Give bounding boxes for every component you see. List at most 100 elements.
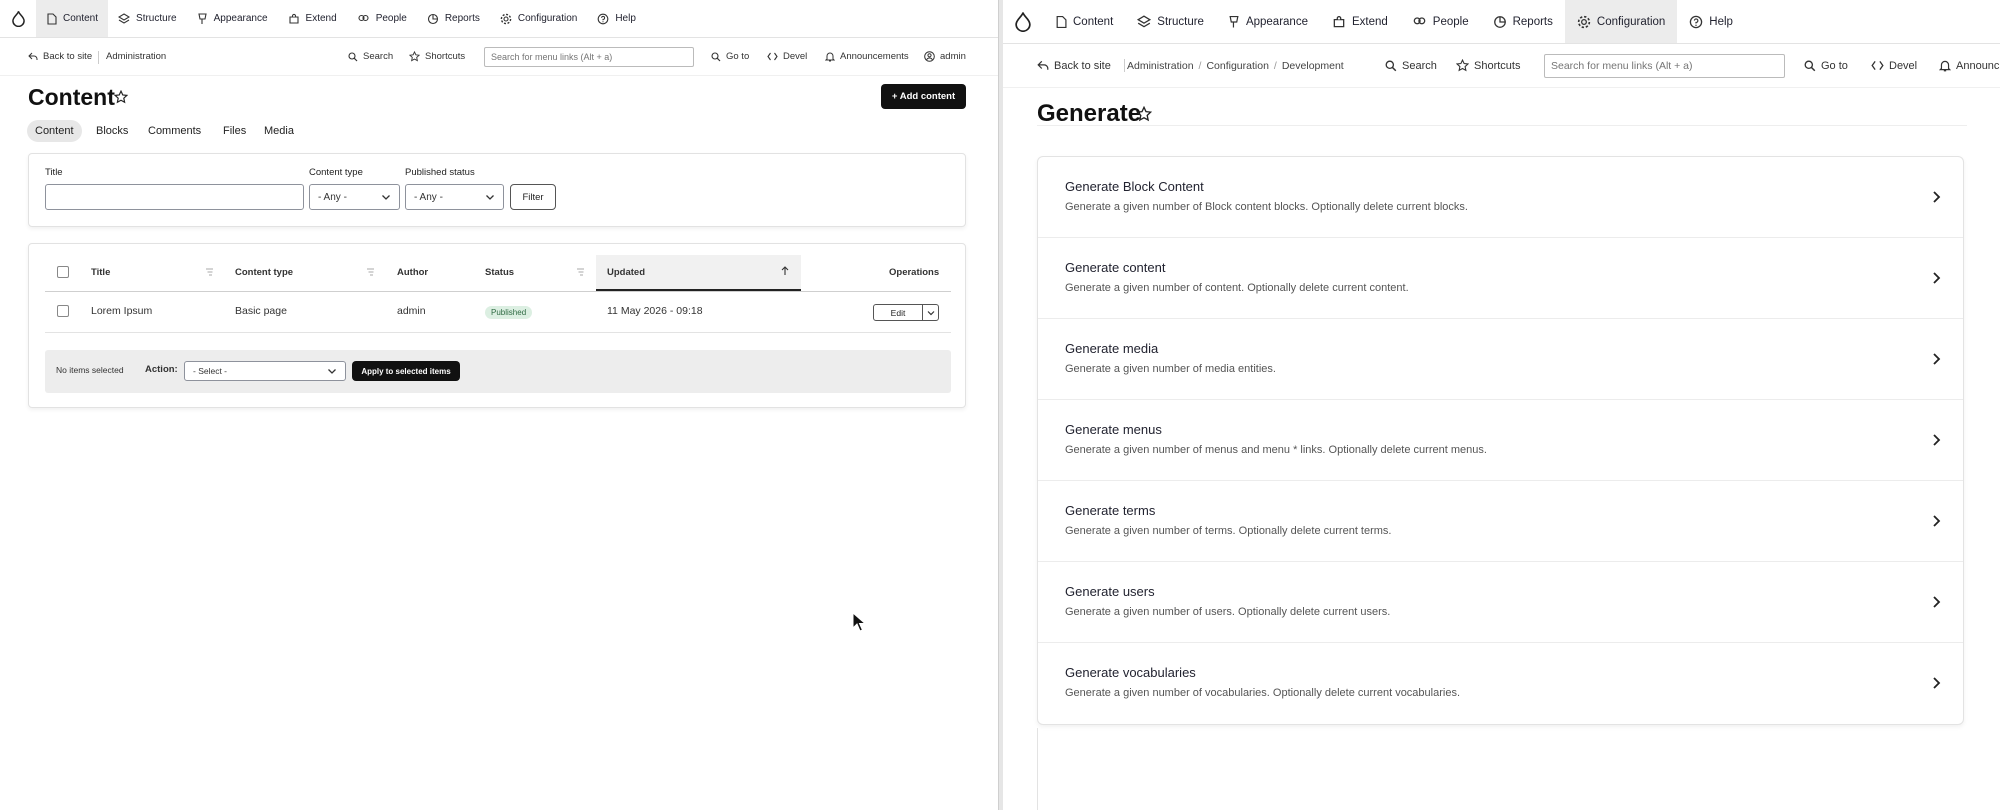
chevron-down-icon bbox=[381, 193, 391, 201]
people-icon bbox=[1412, 15, 1427, 29]
toolbar-extend[interactable]: Extend bbox=[1320, 0, 1400, 43]
back-to-site-link[interactable]: Back to site bbox=[28, 38, 92, 75]
generate-media-link[interactable]: Generate media Generate a given number o… bbox=[1038, 319, 1963, 400]
toolbar-reports[interactable]: Reports bbox=[1481, 0, 1565, 43]
gear-icon bbox=[500, 13, 512, 25]
tab-comments[interactable]: Comments bbox=[140, 120, 209, 142]
breadcrumb-separator: / bbox=[1198, 59, 1202, 72]
breadcrumb-configuration[interactable]: Configuration bbox=[1206, 60, 1268, 72]
tab-media[interactable]: Media bbox=[256, 120, 302, 142]
item-description: Generate a given number of Block content… bbox=[1065, 201, 1468, 213]
generate-content-link[interactable]: Generate content Generate a given number… bbox=[1038, 238, 1963, 319]
devel-label: Devel bbox=[1889, 59, 1918, 72]
toolbar-configuration[interactable]: Configuration bbox=[1564, 0, 1678, 43]
devel-link[interactable]: Devel bbox=[767, 38, 807, 75]
published-status-select[interactable]: - Any - bbox=[405, 184, 504, 210]
code-icon bbox=[767, 52, 778, 61]
toolbar-content[interactable]: Content bbox=[36, 0, 109, 37]
sort-icon[interactable] bbox=[366, 268, 375, 276]
item-description: Generate a given number of terms. Option… bbox=[1065, 525, 1392, 537]
search-icon bbox=[1385, 60, 1397, 72]
generate-users-link[interactable]: Generate users Generate a given number o… bbox=[1038, 562, 1963, 643]
content-type-value: - Any - bbox=[318, 191, 347, 203]
column-header-content-type[interactable]: Content type bbox=[235, 267, 293, 278]
generate-menus-link[interactable]: Generate menus Generate a given number o… bbox=[1038, 400, 1963, 481]
drupal-logo-icon[interactable] bbox=[1003, 0, 1043, 43]
shortcuts-link[interactable]: Shortcuts bbox=[1456, 44, 1520, 87]
item-title: Generate media bbox=[1065, 341, 1159, 356]
tab-blocks[interactable]: Blocks bbox=[88, 120, 136, 142]
chevron-down-icon bbox=[485, 193, 495, 201]
toolbar-structure[interactable]: Structure bbox=[108, 0, 187, 37]
generate-block-content-link[interactable]: Generate Block Content Generate a given … bbox=[1038, 157, 1963, 238]
column-header-updated[interactable]: Updated bbox=[607, 267, 645, 278]
breadcrumb-administration[interactable]: Administration bbox=[106, 38, 166, 75]
search-link[interactable]: Search bbox=[348, 38, 393, 75]
toolbar-appearance[interactable]: Appearance bbox=[1216, 0, 1320, 43]
toolbar-extend[interactable]: Extend bbox=[278, 0, 347, 37]
file-icon bbox=[1055, 15, 1067, 29]
shortcuts-link[interactable]: Shortcuts bbox=[409, 38, 465, 75]
operations-dropdown-button[interactable] bbox=[922, 304, 939, 321]
menu-search-input[interactable] bbox=[1544, 54, 1785, 78]
announcements-link[interactable]: Announcements bbox=[825, 38, 909, 75]
shortcut-star-icon[interactable] bbox=[1136, 106, 1152, 122]
action-label: Action: bbox=[145, 364, 178, 375]
breadcrumb-administration[interactable]: Administration bbox=[1127, 60, 1194, 72]
toolbar-content[interactable]: Content bbox=[1043, 0, 1125, 43]
filter-button[interactable]: Filter bbox=[510, 184, 556, 210]
toolbar-people[interactable]: People bbox=[1400, 0, 1481, 43]
secondary-toolbar: Back to site Administration / Configurat… bbox=[1003, 44, 2000, 88]
row-checkbox[interactable] bbox=[57, 305, 69, 317]
breadcrumb-development[interactable]: Development bbox=[1282, 60, 1344, 72]
item-title: Generate menus bbox=[1065, 422, 1162, 437]
tab-files[interactable]: Files bbox=[215, 120, 254, 142]
header-divider bbox=[45, 291, 951, 292]
apply-to-selected-button[interactable]: Apply to selected items bbox=[352, 361, 460, 381]
toolbar-people[interactable]: People bbox=[347, 0, 417, 37]
user-menu[interactable]: admin bbox=[924, 38, 966, 75]
search-icon bbox=[1804, 60, 1816, 72]
toolbar-reports[interactable]: Reports bbox=[417, 0, 490, 37]
goto-link[interactable]: Go to bbox=[711, 38, 749, 75]
generate-terms-link[interactable]: Generate terms Generate a given number o… bbox=[1038, 481, 1963, 562]
toolbar-help[interactable]: Help bbox=[1677, 0, 1745, 43]
goto-link[interactable]: Go to bbox=[1804, 44, 1848, 87]
sort-icon[interactable] bbox=[576, 268, 585, 276]
toolbar-structure[interactable]: Structure bbox=[1125, 0, 1216, 43]
devel-link[interactable]: Devel bbox=[1871, 44, 1917, 87]
toolbar-configuration[interactable]: Configuration bbox=[490, 0, 587, 37]
action-select[interactable]: - Select - bbox=[184, 361, 346, 381]
toolbar-configuration-label: Configuration bbox=[517, 13, 578, 24]
content-edge bbox=[1037, 728, 1038, 810]
add-content-button[interactable]: + Add content bbox=[881, 84, 966, 109]
announcements-link[interactable]: Announc bbox=[1939, 44, 1999, 87]
sort-ascending-icon[interactable] bbox=[781, 266, 789, 276]
column-header-title[interactable]: Title bbox=[91, 267, 110, 278]
generate-list: Generate Block Content Generate a given … bbox=[1037, 156, 1964, 725]
select-all-checkbox[interactable] bbox=[57, 266, 69, 278]
toolbar-appearance[interactable]: Appearance bbox=[187, 0, 278, 37]
chevron-right-icon bbox=[1932, 676, 1941, 690]
menu-search-input[interactable] bbox=[484, 47, 694, 67]
puzzle-icon bbox=[288, 13, 300, 25]
content-type-select[interactable]: - Any - bbox=[309, 184, 400, 210]
puzzle-icon bbox=[1332, 15, 1346, 29]
content-type-label: Content type bbox=[309, 167, 363, 178]
tab-content[interactable]: Content bbox=[27, 120, 82, 142]
title-filter-input[interactable] bbox=[45, 184, 304, 210]
edit-button[interactable]: Edit bbox=[873, 304, 923, 321]
search-label: Search bbox=[1402, 59, 1437, 72]
generate-vocabularies-link[interactable]: Generate vocabularies Generate a given n… bbox=[1038, 643, 1963, 724]
row-author-link[interactable]: admin bbox=[397, 305, 426, 317]
column-header-status[interactable]: Status bbox=[485, 267, 514, 278]
drupal-logo-icon[interactable] bbox=[0, 0, 36, 37]
row-title-link[interactable]: Lorem Ipsum bbox=[91, 305, 152, 317]
search-link[interactable]: Search bbox=[1385, 44, 1437, 87]
toolbar-help[interactable]: Help bbox=[587, 0, 646, 37]
breadcrumb: Administration / Configuration / Develop… bbox=[1127, 44, 1344, 87]
breadcrumb-label: Administration bbox=[106, 51, 167, 62]
back-to-site-link[interactable]: Back to site bbox=[1037, 44, 1111, 87]
shortcut-star-icon[interactable] bbox=[114, 90, 128, 104]
sort-icon[interactable] bbox=[205, 268, 214, 276]
